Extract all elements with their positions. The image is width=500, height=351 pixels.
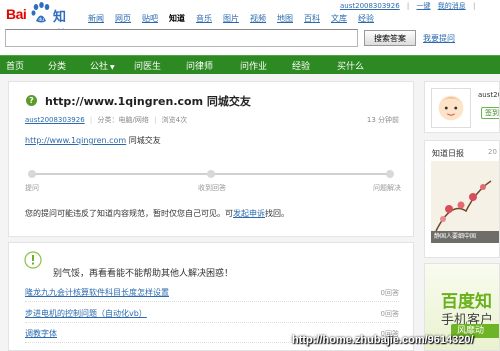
watermark: http://home.zhubajie.com/9614320/ bbox=[292, 334, 474, 346]
related-question-link[interactable]: 调教字体 bbox=[25, 328, 57, 339]
question-category: 分类：电脑/网络 bbox=[97, 116, 149, 124]
lightbulb-icon bbox=[24, 251, 42, 269]
related-heading: 别气馁，再看看能不能帮助其他人解决困惑！ bbox=[53, 269, 234, 279]
nav-item-label: 分类 bbox=[48, 62, 67, 72]
question-title: http://www.1qingren.com 同城交友 bbox=[45, 95, 251, 108]
header: Bai du 知道 新闻网页贴吧知道音乐图片视频地图百科文库经验 aust200… bbox=[0, 0, 500, 55]
search-answers-button[interactable]: 搜索答案 bbox=[364, 30, 416, 46]
zhidao-daily-panel: 知道日报 20 静国人要细中国 bbox=[424, 140, 500, 258]
notice-text-end: 找回。 bbox=[265, 209, 289, 218]
sign-in-button[interactable]: 签到 bbox=[481, 107, 499, 119]
related-question-link[interactable]: 隆龙九九会计核算软件科目长度怎样设置 bbox=[25, 287, 169, 298]
userbar-item-2[interactable]: 一键 bbox=[416, 2, 430, 10]
step-label: 提问 bbox=[25, 184, 39, 192]
appeal-link[interactable]: 发起申诉 bbox=[233, 209, 265, 218]
nav-item-7[interactable]: 买什么 bbox=[337, 59, 364, 72]
related-question-link[interactable]: 步进电机的控制问题（自动化vb） bbox=[25, 308, 147, 319]
nav-item-0[interactable]: 首页 bbox=[6, 59, 24, 72]
nav-item-6[interactable]: 经验 bbox=[292, 59, 310, 72]
channel-6[interactable]: 视频 bbox=[250, 13, 266, 24]
asker-link[interactable]: aust2008303926 bbox=[25, 116, 85, 124]
meta-divider: | bbox=[154, 116, 157, 124]
channel-10[interactable]: 经验 bbox=[358, 13, 374, 24]
channel-2[interactable]: 贴吧 bbox=[142, 13, 158, 24]
nav-item-label: 经验 bbox=[292, 62, 311, 72]
violation-notice: 您的提问可能违反了知道内容规范，暂时仅您自己可见。可发起申诉找回。 bbox=[25, 208, 289, 219]
channel-9[interactable]: 文库 bbox=[331, 13, 347, 24]
channel-0[interactable]: 新闻 bbox=[88, 13, 104, 24]
channel-7[interactable]: 地图 bbox=[277, 13, 293, 24]
userbar-separator-2: | bbox=[472, 2, 476, 10]
channel-3[interactable]: 知道 bbox=[169, 13, 185, 24]
question-meta: aust2008303926 | 分类：电脑/网络 | 浏览4次 13 分钟前 bbox=[25, 115, 399, 125]
question-mark-icon: ? bbox=[26, 95, 37, 106]
nav-item-1[interactable]: 分类 bbox=[48, 59, 66, 72]
answer-count: 0回答 bbox=[380, 310, 399, 318]
daily-year: 20 bbox=[488, 148, 497, 156]
user-bar: aust2008303926 | 一键 我的消息 | bbox=[340, 1, 500, 11]
progress-track bbox=[28, 170, 394, 178]
related-row: 步进电机的控制问题（自动化vb） 0回答 bbox=[25, 305, 399, 323]
question-body-text: 同城交友 bbox=[126, 136, 161, 145]
nav-item-label: 问医生 bbox=[134, 62, 162, 72]
svg-text:du: du bbox=[39, 17, 45, 23]
channel-1[interactable]: 网页 bbox=[115, 13, 131, 24]
question-views: 浏览4次 bbox=[161, 116, 188, 124]
nav-item-label: 首页 bbox=[6, 62, 25, 72]
search-input[interactable] bbox=[5, 29, 358, 47]
daily-caption: 静国人要细中国 bbox=[431, 231, 499, 243]
channel-5[interactable]: 图片 bbox=[223, 13, 239, 24]
step-label: 收到回答 bbox=[198, 184, 226, 192]
progress-dot bbox=[207, 170, 215, 178]
username-link[interactable]: aust2008303926 bbox=[340, 2, 400, 10]
nav-item-label: 公社 bbox=[90, 62, 109, 72]
progress-dot bbox=[386, 170, 394, 178]
nav-item-label: 买什么 bbox=[337, 62, 365, 72]
channel-nav: 新闻 网页 贴吧 知道 音乐 图片 视频 地图 百科 文库 经验 bbox=[88, 13, 385, 24]
chevron-down-icon: ▼ bbox=[110, 64, 115, 71]
avatar[interactable] bbox=[431, 88, 471, 128]
answer-count: 0回答 bbox=[380, 289, 399, 297]
main-nav: 首页 分类 公社 ▼ 问医生 问律师 问作业 经验 买什么 bbox=[0, 55, 500, 74]
nav-item-4[interactable]: 问律师 bbox=[186, 59, 213, 72]
userbar-separator: | bbox=[406, 2, 410, 10]
user-card: aust20 签到 bbox=[424, 81, 500, 133]
question-body: http://www.1qingren.com 同城交友 bbox=[25, 135, 161, 146]
ask-question-link[interactable]: 我要提问 bbox=[423, 33, 455, 44]
nav-item-2[interactable]: 公社 ▼ bbox=[90, 59, 115, 72]
nav-item-5[interactable]: 问作业 bbox=[240, 59, 267, 72]
notice-text: 您的提问可能违反了知道内容规范，暂时仅您自己可见。可 bbox=[25, 209, 233, 218]
step-label: 问题解决 bbox=[373, 184, 401, 192]
nav-item-label: 问作业 bbox=[240, 62, 268, 72]
paw-icon: du bbox=[31, 2, 50, 23]
nav-item-3[interactable]: 问医生 bbox=[134, 59, 161, 72]
my-messages-link[interactable]: 我的消息 bbox=[438, 2, 466, 10]
question-card: ? http://www.1qingren.com 同城交友 aust20083… bbox=[8, 81, 414, 237]
baidu-zhidao-logo[interactable]: Bai du 知道 bbox=[6, 1, 76, 44]
channel-4[interactable]: 音乐 bbox=[196, 13, 212, 24]
related-row: 隆龙九九会计核算软件科目长度怎样设置 0回答 bbox=[25, 284, 399, 302]
question-time: 13 分钟前 bbox=[366, 116, 399, 124]
meta-divider: | bbox=[89, 116, 93, 124]
question-body-link[interactable]: http://www.1qingren.com bbox=[25, 136, 126, 145]
channel-8[interactable]: 百科 bbox=[304, 13, 320, 24]
logo-bai-text: Bai bbox=[6, 6, 27, 22]
sidebar-username[interactable]: aust20 bbox=[478, 91, 499, 99]
progress-dot bbox=[28, 170, 36, 178]
nav-item-label: 问律师 bbox=[186, 62, 214, 72]
daily-title: 知道日报 bbox=[432, 149, 464, 158]
